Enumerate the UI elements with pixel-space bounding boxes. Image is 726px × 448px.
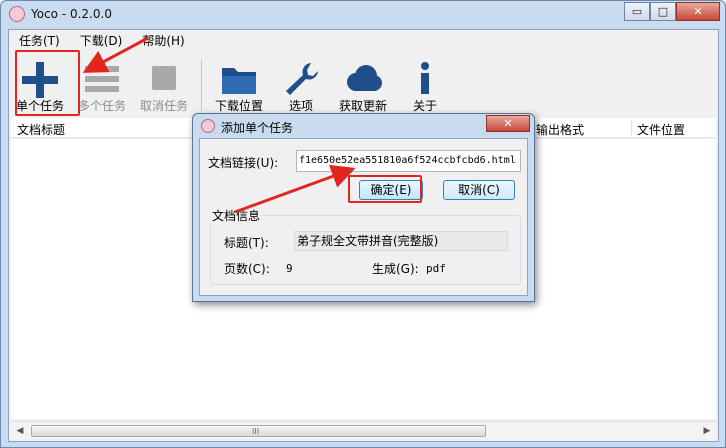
- multi-task-label: 多个任务: [77, 99, 126, 113]
- dialog-app-icon: [201, 119, 215, 133]
- caption-buttons: ▭ □ ✕: [624, 2, 720, 21]
- column-divider: [631, 120, 632, 136]
- url-label: 文档链接(U):: [208, 156, 279, 170]
- pages-value: 9: [286, 262, 293, 275]
- scroll-grip-icon: III: [252, 427, 260, 436]
- download-location-button[interactable]: 下载位置: [208, 54, 270, 116]
- menu-help[interactable]: 帮助(H): [132, 30, 194, 52]
- cloud-icon: [347, 65, 382, 91]
- toolbar-separator: [201, 59, 202, 111]
- column-output-format[interactable]: 输出格式: [536, 121, 584, 138]
- scroll-right-icon[interactable]: ▶: [700, 424, 714, 438]
- horizontal-scrollbar[interactable]: ◀ III ▶: [11, 421, 716, 439]
- app-icon: [9, 6, 25, 22]
- cancel-button[interactable]: 取消(C): [443, 180, 515, 200]
- scroll-left-icon[interactable]: ◀: [13, 424, 27, 438]
- folder-icon: [222, 68, 256, 94]
- dialog-close-icon[interactable]: ✕: [486, 115, 530, 132]
- column-file-location[interactable]: 文件位置: [637, 121, 685, 138]
- multi-task-button[interactable]: 多个任务: [71, 54, 133, 116]
- about-label: 关于: [412, 99, 437, 113]
- get-update-button[interactable]: 获取更新: [332, 54, 394, 116]
- title-bar[interactable]: Yoco - 0.2.0.0 ▭ □ ✕: [1, 1, 725, 29]
- highlight-ok-button: [348, 175, 422, 203]
- output-label: 生成(G):: [372, 262, 419, 276]
- wrench-icon: [286, 63, 318, 95]
- stop-icon: [152, 66, 176, 90]
- cancel-task-label: 取消任务: [139, 99, 188, 113]
- url-input[interactable]: f1e650e52ea551810a6f524ccbfcbd6.html: [296, 150, 521, 172]
- doc-title-label: 标题(T):: [224, 236, 269, 250]
- column-doc-title[interactable]: 文档标题: [17, 121, 65, 138]
- maximize-icon[interactable]: □: [650, 2, 676, 21]
- pages-label: 页数(C):: [224, 262, 270, 276]
- cancel-task-button[interactable]: 取消任务: [133, 54, 195, 116]
- menu-download[interactable]: 下载(D): [70, 30, 133, 52]
- dialog-title: 添加单个任务: [221, 121, 294, 135]
- options-label: 选项: [288, 99, 313, 113]
- output-value: pdf: [426, 262, 446, 275]
- dialog-body: 文档链接(U): f1e650e52ea551810a6f524ccbfcbd6…: [199, 138, 528, 296]
- menu-task[interactable]: 任务(T): [9, 30, 70, 52]
- doc-info-legend: 文档信息: [210, 207, 263, 224]
- list-icon: [85, 66, 119, 92]
- minimize-icon[interactable]: ▭: [624, 2, 650, 21]
- add-single-task-dialog: 添加单个任务 ✕ 文档链接(U): f1e650e52ea551810a6f52…: [192, 113, 535, 302]
- download-location-label: 下载位置: [214, 99, 263, 113]
- toolbar: 单个任务 多个任务 取消任务 下载位置 选项 获取更新 关于: [9, 54, 718, 116]
- info-icon: [421, 62, 429, 94]
- scroll-thumb[interactable]: III: [31, 425, 486, 437]
- window-title: Yoco - 0.2.0.0: [31, 7, 112, 21]
- doc-title-field: 弟子规全文带拼音(完整版): [294, 231, 508, 251]
- close-icon[interactable]: ✕: [676, 2, 720, 21]
- highlight-single-task: [15, 50, 80, 116]
- menu-bar: 任务(T) 下载(D) 帮助(H): [9, 30, 718, 52]
- about-button[interactable]: 关于: [394, 54, 456, 116]
- dialog-title-bar[interactable]: 添加单个任务 ✕: [193, 114, 534, 138]
- options-button[interactable]: 选项: [270, 54, 332, 116]
- get-update-label: 获取更新: [338, 99, 387, 113]
